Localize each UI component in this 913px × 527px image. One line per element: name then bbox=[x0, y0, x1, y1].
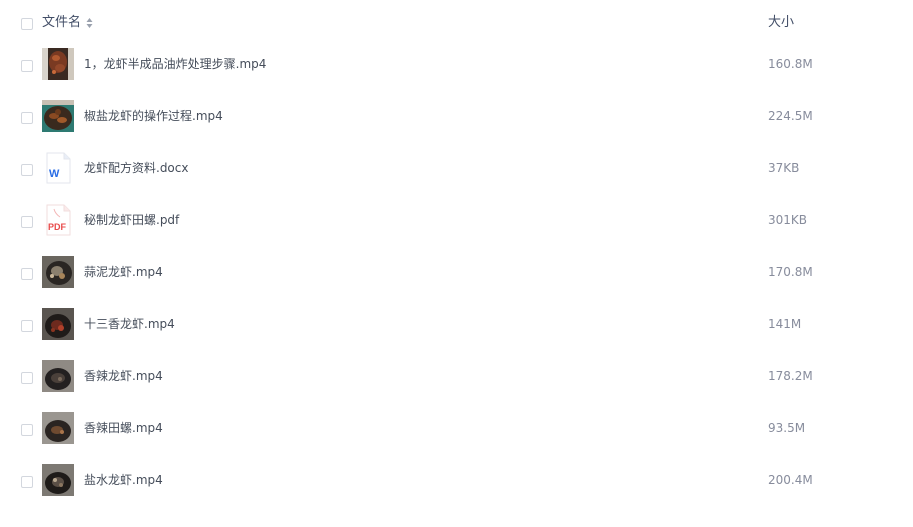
select-all-checkbox[interactable] bbox=[21, 18, 33, 30]
file-size: 141M bbox=[768, 317, 802, 331]
file-size: 301KB bbox=[768, 213, 808, 227]
pdf-icon-label: PDF bbox=[48, 222, 67, 232]
row-checkbox[interactable] bbox=[21, 268, 33, 280]
file-row[interactable]: 香辣田螺.mp4 93.5M bbox=[0, 412, 913, 464]
sort-icon[interactable] bbox=[86, 17, 93, 29]
file-name[interactable]: 1，龙虾半成品油炸处理步骤.mp4 bbox=[84, 56, 266, 72]
file-name[interactable]: 蒜泥龙虾.mp4 bbox=[84, 264, 163, 280]
file-name[interactable]: 十三香龙虾.mp4 bbox=[84, 316, 175, 332]
row-checkbox[interactable] bbox=[21, 424, 33, 436]
file-list: 文件名 大小 1，龙虾半成品油炸处理步骤.mp4 160.8M 椒盐龙虾的操作过… bbox=[0, 0, 913, 527]
file-row[interactable]: 椒盐龙虾的操作过程.mp4 224.5M bbox=[0, 100, 913, 152]
file-row[interactable]: 香辣龙虾.mp4 178.2M bbox=[0, 360, 913, 412]
file-row[interactable]: PDF 秘制龙虾田螺.pdf 301KB bbox=[0, 204, 913, 256]
file-name[interactable]: 香辣田螺.mp4 bbox=[84, 420, 163, 436]
file-row[interactable]: 盐水龙虾.mp4 200.4M bbox=[0, 464, 913, 516]
column-header-name[interactable]: 文件名 bbox=[42, 14, 81, 32]
file-size: 224.5M bbox=[768, 109, 813, 123]
file-row[interactable]: 十三香龙虾.mp4 141M bbox=[0, 308, 913, 360]
row-checkbox[interactable] bbox=[21, 320, 33, 332]
video-thumbnail[interactable] bbox=[42, 256, 74, 288]
file-size: 178.2M bbox=[768, 369, 813, 383]
row-checkbox[interactable] bbox=[21, 112, 33, 124]
pdf-file-icon[interactable]: PDF bbox=[42, 204, 74, 236]
video-thumbnail[interactable] bbox=[42, 360, 74, 392]
file-size: 160.8M bbox=[768, 57, 813, 71]
word-icon-label: W bbox=[49, 168, 60, 180]
word-file-icon[interactable]: W bbox=[42, 152, 74, 184]
video-thumbnail[interactable] bbox=[42, 48, 74, 80]
row-checkbox[interactable] bbox=[21, 60, 33, 72]
file-name[interactable]: 龙虾配方资料.docx bbox=[84, 160, 188, 176]
file-row[interactable]: 蒜泥龙虾.mp4 170.8M bbox=[0, 256, 913, 308]
file-name[interactable]: 秘制龙虾田螺.pdf bbox=[84, 212, 179, 228]
file-size: 170.8M bbox=[768, 265, 813, 279]
column-header-size: 大小 bbox=[768, 15, 795, 30]
file-row[interactable]: W 龙虾配方资料.docx 37KB bbox=[0, 152, 913, 204]
video-thumbnail[interactable] bbox=[42, 412, 74, 444]
list-header: 文件名 大小 bbox=[0, 0, 913, 46]
file-size: 200.4M bbox=[768, 473, 813, 487]
video-thumbnail[interactable] bbox=[42, 100, 74, 132]
row-checkbox[interactable] bbox=[21, 216, 33, 228]
file-name[interactable]: 盐水龙虾.mp4 bbox=[84, 472, 163, 488]
video-thumbnail[interactable] bbox=[42, 308, 74, 340]
file-name[interactable]: 香辣龙虾.mp4 bbox=[84, 368, 163, 384]
file-row[interactable]: 1，龙虾半成品油炸处理步骤.mp4 160.8M bbox=[0, 48, 913, 100]
row-checkbox[interactable] bbox=[21, 372, 33, 384]
row-checkbox[interactable] bbox=[21, 164, 33, 176]
file-size: 37KB bbox=[768, 161, 800, 175]
video-thumbnail[interactable] bbox=[42, 464, 74, 496]
row-checkbox[interactable] bbox=[21, 476, 33, 488]
file-size: 93.5M bbox=[768, 421, 806, 435]
file-name[interactable]: 椒盐龙虾的操作过程.mp4 bbox=[84, 108, 223, 124]
